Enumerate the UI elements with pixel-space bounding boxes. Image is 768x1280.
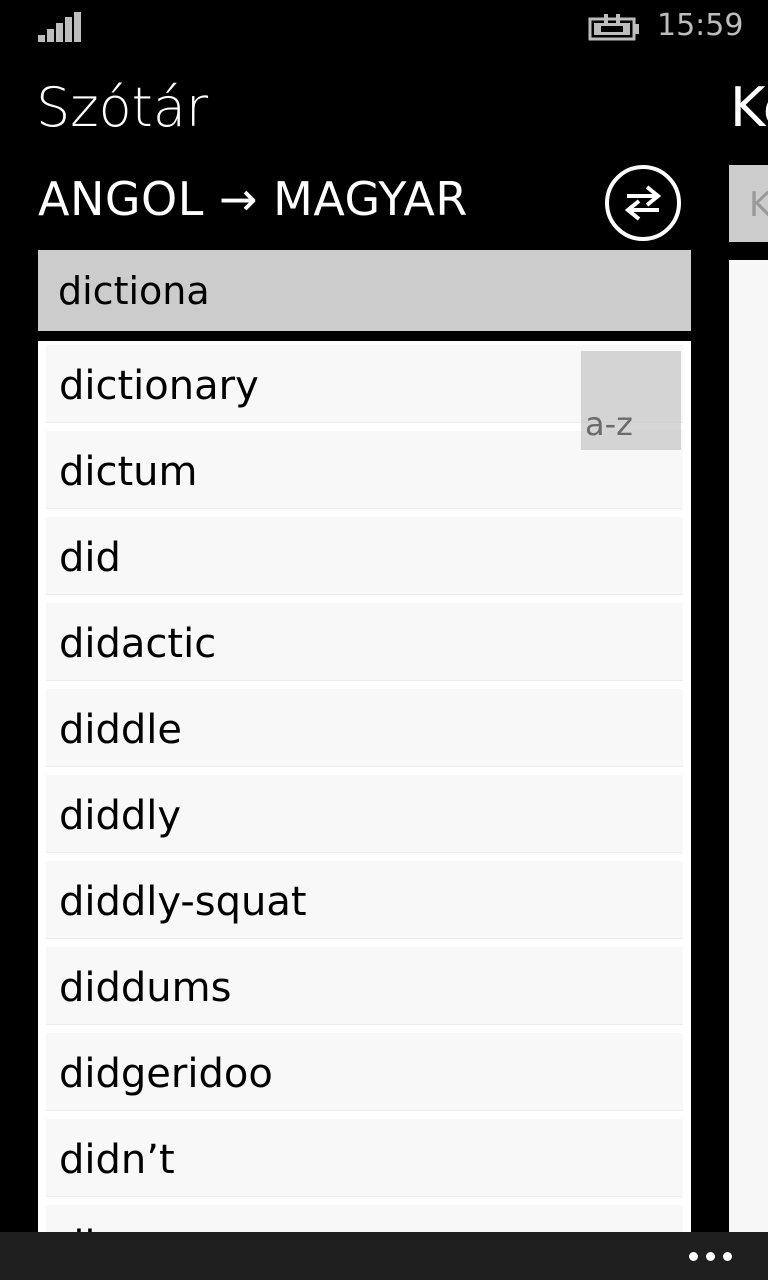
language-direction: ANGOL → MAGYAR: [38, 172, 468, 226]
app-bar: [0, 1232, 768, 1280]
list-item-label: dictum: [59, 449, 198, 495]
list-item[interactable]: didgeridoo: [46, 1033, 683, 1111]
more-ellipsis-icon[interactable]: [680, 1236, 740, 1276]
list-item-label: dictionary: [59, 363, 259, 409]
status-bar: 15:59: [0, 0, 768, 56]
list-item[interactable]: did: [46, 517, 683, 595]
list-item[interactable]: diddly: [46, 775, 683, 853]
next-pane-title[interactable]: Ke: [730, 76, 768, 139]
app-title: Szótár: [36, 76, 209, 139]
battery-charging-icon: [588, 14, 639, 41]
list-item-label: did: [59, 535, 121, 581]
alphabet-jump-button[interactable]: a-z: [581, 351, 681, 450]
list-item-label: didn’t: [59, 1137, 175, 1183]
search-input[interactable]: [38, 250, 691, 331]
list-item[interactable]: diddle: [46, 689, 683, 767]
word-list[interactable]: dictionary dictum did didactic diddle di…: [38, 341, 691, 1232]
alphabet-jump-label: a-z: [585, 405, 633, 443]
list-item-label: diddle: [59, 707, 183, 753]
list-item[interactable]: diddly-squat: [46, 861, 683, 939]
signal-bars-icon: [38, 12, 86, 42]
swap-arrows-icon: [624, 185, 662, 221]
list-item[interactable]: diddums: [46, 947, 683, 1025]
swap-languages-button[interactable]: [605, 165, 681, 241]
next-pane-input[interactable]: K: [729, 165, 768, 242]
list-item[interactable]: di: [46, 1205, 683, 1232]
list-item-label: di: [59, 1223, 96, 1232]
list-item[interactable]: didn’t: [46, 1119, 683, 1197]
next-pane-input-placeholder: K: [749, 185, 768, 225]
clock: 15:59: [657, 8, 744, 43]
list-item-label: diddly: [59, 793, 182, 839]
list-item-label: diddums: [59, 965, 232, 1011]
list-item-label: didactic: [59, 621, 217, 667]
search-box[interactable]: [38, 250, 691, 331]
list-item-label: diddly-squat: [59, 879, 307, 925]
list-item-label: didgeridoo: [59, 1051, 273, 1097]
list-item[interactable]: didactic: [46, 603, 683, 681]
next-pane-panel: [729, 260, 768, 1232]
